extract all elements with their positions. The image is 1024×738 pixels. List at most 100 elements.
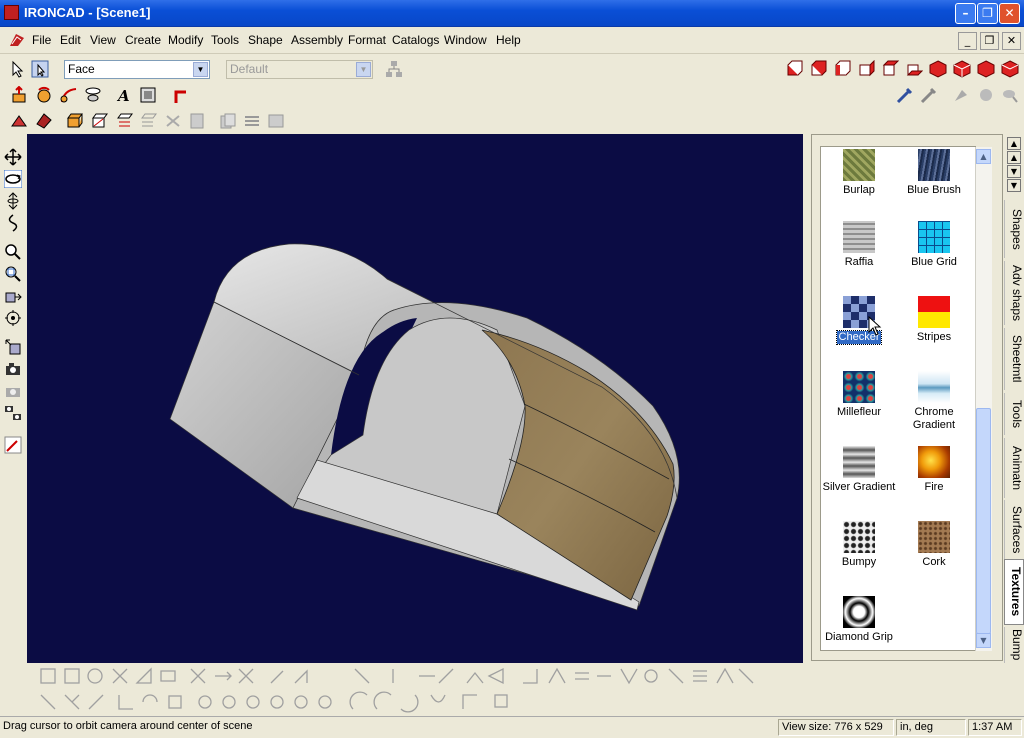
mdi-restore-button[interactable]: ❐ — [980, 32, 999, 50]
select-arrow-icon[interactable] — [8, 60, 26, 78]
svg-text:A: A — [116, 87, 130, 104]
tab-sheetmtl[interactable]: Sheetmtl — [1004, 328, 1024, 390]
view-right-icon[interactable] — [857, 60, 875, 78]
view-front-icon[interactable] — [785, 60, 803, 78]
tab-adv-shaps[interactable]: Adv shaps — [1004, 261, 1024, 325]
reflections-icon[interactable] — [91, 112, 109, 130]
dynamic-zoom-icon[interactable] — [4, 287, 22, 305]
select-box-icon[interactable] — [31, 60, 49, 78]
catalog-item-stripes[interactable]: Stripes — [896, 296, 972, 344]
zoom-window-icon[interactable] — [4, 265, 22, 283]
ironcad-app-icon[interactable] — [4, 5, 19, 20]
sketch-icon[interactable] — [4, 436, 22, 454]
menu-edit[interactable]: Edit — [60, 33, 81, 47]
render-smooth-icon[interactable] — [35, 112, 53, 130]
menu-catalogs[interactable]: Catalogs — [392, 33, 439, 47]
catalog-item-fire[interactable]: Fire — [896, 446, 972, 494]
custom-feature-icon[interactable] — [139, 86, 157, 104]
pan-icon[interactable] — [4, 148, 22, 166]
tab-scroll-down-icon[interactable]: ▼ — [1007, 165, 1021, 178]
walk-icon[interactable] — [4, 192, 22, 210]
camera-settings-icon[interactable] — [4, 404, 22, 422]
catalog-item-silver-gradient[interactable]: Silver Gradient — [821, 446, 897, 494]
menu-create[interactable]: Create — [125, 33, 161, 47]
fly-icon[interactable] — [4, 214, 22, 232]
mdi-close-button[interactable]: ✕ — [1002, 32, 1021, 50]
tab-scroll-up-icon[interactable]: ▲ — [1007, 137, 1021, 150]
view-iso-3-icon[interactable] — [977, 60, 995, 78]
catalog-item-diamond-grip[interactable]: Diamond Grip — [821, 596, 897, 644]
bend-icon[interactable] — [172, 86, 190, 104]
view-iso-1-icon[interactable] — [929, 60, 947, 78]
catalog-item-cork[interactable]: Cork — [896, 521, 972, 569]
look-at-icon[interactable] — [4, 309, 22, 327]
catalog-item-millefleur[interactable]: Millefleur — [821, 371, 897, 419]
catalog-item-bumpy[interactable]: Bumpy — [821, 521, 897, 569]
restore-button[interactable]: ❐ — [977, 3, 998, 24]
menu-assembly[interactable]: Assembly — [291, 33, 343, 47]
minimize-button[interactable]: – — [955, 3, 976, 24]
view-back-icon[interactable] — [809, 60, 827, 78]
loft-icon[interactable] — [84, 86, 102, 104]
assembly-tree-icon — [386, 61, 402, 77]
shadows-icon[interactable] — [66, 112, 84, 130]
close-button[interactable]: ✕ — [999, 3, 1020, 24]
sweep-icon[interactable] — [60, 86, 78, 104]
catalog-item-burlap[interactable]: Burlap — [821, 149, 897, 197]
menu-file[interactable]: File — [32, 33, 51, 47]
tab-bump[interactable]: Bump — [1004, 627, 1024, 663]
paint-dropper-icon[interactable] — [920, 86, 938, 104]
eyedropper-icon[interactable] — [896, 86, 914, 104]
menu-help[interactable]: Help — [496, 33, 521, 47]
fit-view-icon[interactable] — [4, 338, 22, 356]
extrude-icon[interactable] — [10, 86, 28, 104]
tab-animatn[interactable]: Animatn — [1004, 438, 1024, 498]
millefleur-swatch-icon — [843, 371, 875, 403]
tab-tools[interactable]: Tools — [1004, 393, 1024, 435]
chevron-down-icon[interactable]: ▼ — [193, 62, 208, 77]
menu-shape[interactable]: Shape — [248, 33, 283, 47]
text-icon[interactable]: A — [115, 86, 133, 104]
orbit-icon[interactable] — [4, 170, 22, 188]
spin-icon[interactable] — [35, 86, 53, 104]
silver-gradient-swatch-icon — [843, 446, 875, 478]
transparency-icon[interactable] — [116, 112, 134, 130]
menu-modify[interactable]: Modify — [168, 33, 203, 47]
view-left-icon[interactable] — [833, 60, 851, 78]
camera-icon[interactable] — [4, 360, 22, 378]
diamond-grip-swatch-icon — [843, 596, 875, 628]
catalog-item-blue-brush[interactable]: Blue Brush — [896, 149, 972, 197]
scrollbar-thumb[interactable] — [976, 408, 991, 634]
mdi-minimize-button[interactable]: _ — [958, 32, 977, 50]
catalog-item-chrome-gradient[interactable]: Chrome Gradient — [896, 371, 972, 432]
document-icon[interactable] — [8, 32, 26, 48]
selection-filter-combo[interactable]: Face ▼ — [64, 60, 210, 79]
catalog-item-raffia[interactable]: Raffia — [821, 221, 897, 269]
menu-tools[interactable]: Tools — [211, 33, 239, 47]
view-iso-4-icon[interactable] — [1001, 60, 1019, 78]
tab-surfaces[interactable]: Surfaces — [1004, 500, 1024, 560]
menu-window[interactable]: Window — [444, 33, 487, 47]
tab-textures[interactable]: Textures — [1004, 559, 1024, 625]
scroll-up-icon[interactable]: ▲ — [976, 149, 991, 164]
view-iso-2-icon[interactable] — [953, 60, 971, 78]
mouse-cursor-icon — [868, 316, 882, 336]
scroll-down-icon[interactable]: ▼ — [976, 633, 991, 648]
view-cubes-toolbar — [783, 58, 1021, 80]
catalog-item-checker[interactable]: Checker — [821, 296, 897, 345]
view-size-readout: View size: 776 x 529 — [778, 719, 894, 736]
catalog-item-blue-grid[interactable]: Blue Grid — [896, 221, 972, 269]
menu-format[interactable]: Format — [348, 33, 386, 47]
view-top-icon[interactable] — [881, 60, 899, 78]
render-shaded-icon[interactable] — [10, 112, 28, 130]
title-bar: IRONCAD - [Scene1] – ❐ ✕ — [0, 0, 1024, 27]
tab-shapes[interactable]: Shapes — [1004, 200, 1024, 258]
bumpy-swatch-icon — [843, 521, 875, 553]
zoom-icon[interactable] — [4, 243, 22, 261]
tab-scroll-up2-icon[interactable]: ▲ — [1007, 151, 1021, 164]
3d-viewport[interactable] — [27, 134, 803, 663]
view-bottom-icon[interactable] — [905, 60, 923, 78]
menu-view[interactable]: View — [90, 33, 116, 47]
tab-scroll-down2-icon[interactable]: ▼ — [1007, 179, 1021, 192]
scene-model-icon[interactable] — [27, 134, 803, 663]
